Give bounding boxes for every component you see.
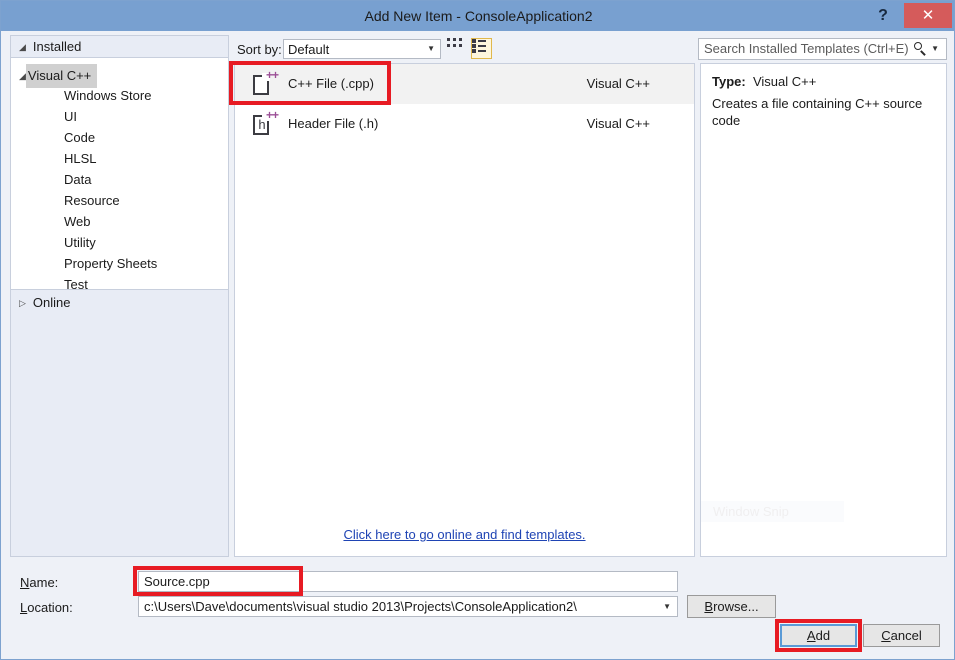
location-field-value: c:\Users\Dave\documents\visual studio 20… bbox=[144, 599, 577, 614]
window-snip-watermark: Window Snip bbox=[701, 501, 844, 522]
expand-triangle-icon[interactable]: ◢ bbox=[19, 72, 26, 81]
chevron-down-icon[interactable]: ▼ bbox=[663, 597, 671, 616]
grid-view-button[interactable] bbox=[447, 38, 468, 59]
help-button[interactable]: ? bbox=[868, 1, 898, 30]
sidebar-item-code[interactable]: Code bbox=[11, 127, 228, 148]
location-label: Location: bbox=[20, 600, 73, 615]
tree-header-label: Installed bbox=[32, 39, 82, 54]
browse-button[interactable]: Browse... bbox=[687, 595, 776, 618]
sidebar-item-ui[interactable]: UI bbox=[11, 106, 228, 127]
add-new-item-dialog: Add New Item - ConsoleApplication2 ? ✕ ◢… bbox=[0, 0, 955, 660]
tree-node-visual-cpp[interactable]: ◢ Visual C++ bbox=[11, 64, 228, 88]
sidebar-item-hlsl[interactable]: HLSL bbox=[11, 148, 228, 169]
sidebar-item-data[interactable]: Data bbox=[11, 169, 228, 190]
cpp-badge-label: ++ bbox=[266, 108, 279, 122]
chevron-down-icon[interactable]: ▼ bbox=[427, 40, 435, 58]
header-file-icon: h ++ bbox=[251, 108, 279, 137]
detail-type-row: Type: Visual C++ bbox=[712, 74, 816, 89]
name-field-value: Source.cpp bbox=[144, 574, 210, 589]
title-bar: Add New Item - ConsoleApplication2 ? ✕ bbox=[1, 1, 954, 31]
template-item-header-file[interactable]: h ++ Header File (.h) Visual C++ bbox=[235, 104, 694, 144]
add-button[interactable]: Add bbox=[780, 624, 857, 647]
sidebar-item-utility[interactable]: Utility bbox=[11, 232, 228, 253]
search-input[interactable]: Search Installed Templates (Ctrl+E) ▼ bbox=[698, 38, 947, 60]
list-view-button[interactable] bbox=[471, 38, 492, 59]
detail-description: Creates a file containing C++ source cod… bbox=[712, 96, 923, 128]
collapse-triangle-icon[interactable]: ▷ bbox=[19, 299, 26, 308]
location-field[interactable]: c:\Users\Dave\documents\visual studio 20… bbox=[138, 596, 678, 617]
sort-by-dropdown[interactable]: Default ▼ bbox=[283, 39, 441, 59]
template-category: Visual C++ bbox=[586, 76, 650, 91]
sidebar-item-web[interactable]: Web bbox=[11, 211, 228, 232]
cancel-button[interactable]: Cancel bbox=[863, 624, 940, 647]
close-button[interactable]: ✕ bbox=[904, 3, 952, 28]
template-details-panel: Type: Visual C++ Creates a file containi… bbox=[700, 63, 947, 557]
cpp-badge-label: ++ bbox=[266, 68, 279, 82]
detail-type-label: Type: bbox=[712, 74, 746, 89]
template-list: ++ C++ File (.cpp) Visual C++ h ++ Heade… bbox=[234, 63, 695, 557]
templates-tree-panel: ◢ Installed ◢ Visual C++ Windows Store UI … bbox=[10, 35, 229, 557]
sidebar-item-property-sheets[interactable]: Property Sheets bbox=[11, 253, 228, 274]
sort-by-value: Default bbox=[288, 42, 330, 57]
sidebar-item-resource[interactable]: Resource bbox=[11, 190, 228, 211]
name-label: Name: bbox=[20, 575, 59, 590]
template-item-cpp-file[interactable]: ++ C++ File (.cpp) Visual C++ bbox=[235, 64, 694, 104]
search-dropdown-icon[interactable]: ▼ bbox=[931, 44, 939, 53]
search-icon[interactable] bbox=[914, 42, 928, 56]
search-placeholder: Search Installed Templates (Ctrl+E) bbox=[704, 41, 909, 56]
dialog-title: Add New Item - ConsoleApplication2 bbox=[364, 8, 593, 24]
tree-header-installed[interactable]: ◢ Installed bbox=[11, 36, 228, 58]
tree-node-online-label: Online bbox=[32, 295, 71, 310]
sidebar-item-windows-store[interactable]: Windows Store bbox=[11, 85, 228, 106]
template-name: Header File (.h) bbox=[288, 116, 379, 131]
template-category: Visual C++ bbox=[586, 116, 650, 131]
detail-type-value: Visual C++ bbox=[752, 74, 817, 89]
tree-body: ◢ Visual C++ Windows Store UI Code HLSL D… bbox=[11, 58, 228, 292]
cpp-file-icon: ++ bbox=[251, 68, 279, 97]
find-online-templates-link[interactable]: Click here to go online and find templat… bbox=[235, 527, 694, 542]
tree-node-online[interactable]: ▷ Online bbox=[11, 291, 228, 315]
template-name: C++ File (.cpp) bbox=[288, 76, 374, 91]
expand-triangle-icon[interactable]: ◢ bbox=[19, 43, 26, 52]
name-field[interactable]: Source.cpp bbox=[138, 571, 678, 592]
sort-by-label: Sort by: bbox=[237, 42, 282, 57]
